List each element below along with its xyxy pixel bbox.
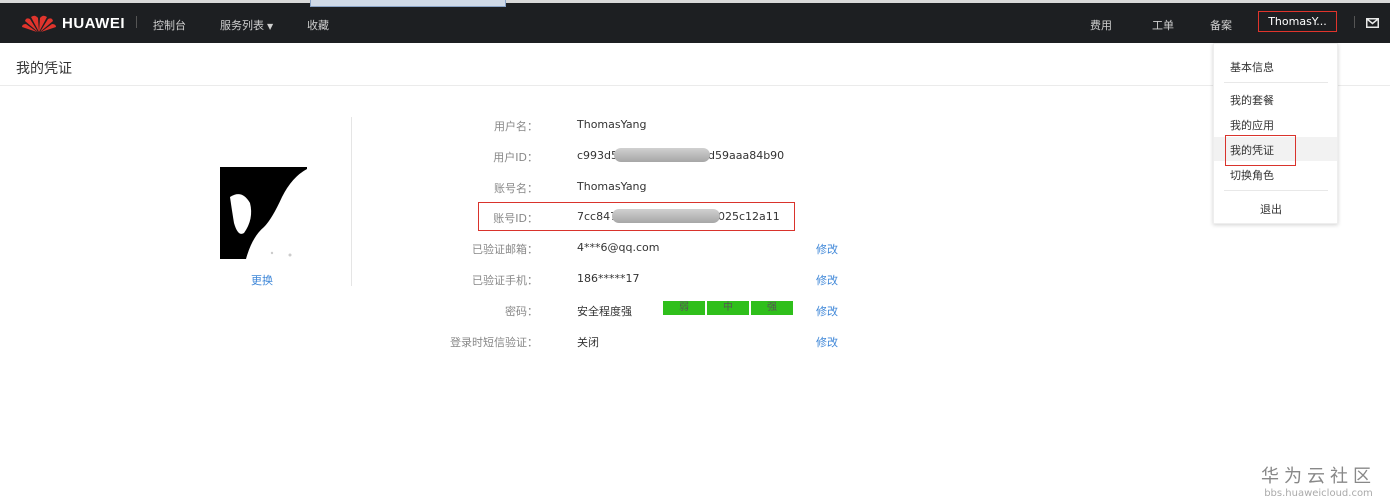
username-value: ThomasYang bbox=[577, 118, 647, 131]
vertical-divider bbox=[351, 117, 352, 286]
title-divider bbox=[0, 85, 1390, 86]
edit-phone-link[interactable]: 修改 bbox=[816, 272, 838, 288]
nav-divider-right bbox=[1354, 16, 1355, 28]
menu-item-basic-info[interactable]: 基本信息 bbox=[1230, 59, 1274, 75]
phone-label: 已验证手机： bbox=[472, 274, 538, 287]
account-name-value: ThomasYang bbox=[577, 180, 647, 193]
edit-sms-link[interactable]: 修改 bbox=[816, 334, 838, 350]
menu-item-my-plan[interactable]: 我的套餐 bbox=[1230, 92, 1274, 108]
community-watermark: 华为云社区 bbs.huaweicloud.com bbox=[1261, 462, 1376, 499]
accountid-redaction bbox=[612, 209, 720, 223]
userid-prefix: c993d5 bbox=[577, 149, 619, 162]
account-name-label: 账号名： bbox=[494, 182, 538, 195]
nav-divider bbox=[136, 16, 137, 28]
phone-value: 186*****17 bbox=[577, 272, 640, 285]
menu-divider bbox=[1224, 82, 1328, 83]
credentials-highlight-box bbox=[1225, 135, 1296, 166]
accountid-suffix: 025c12a11 bbox=[718, 210, 780, 223]
email-label: 已验证邮箱： bbox=[472, 243, 538, 256]
huawei-logo[interactable]: HUAWEI bbox=[22, 13, 125, 33]
floating-toolbar[interactable] bbox=[310, 0, 506, 7]
edit-password-link[interactable]: 修改 bbox=[816, 303, 838, 319]
userid-suffix: d59aaa84b90 bbox=[708, 149, 785, 162]
userid-label: 用户ID： bbox=[493, 151, 538, 164]
menu-item-my-apps[interactable]: 我的应用 bbox=[1230, 117, 1274, 133]
strength-weak: 弱 bbox=[663, 301, 705, 315]
nav-filing[interactable]: 备案 bbox=[1210, 17, 1232, 33]
strength-medium: 中 bbox=[707, 301, 749, 315]
nav-billing[interactable]: 费用 bbox=[1090, 17, 1112, 33]
email-value: 4***6@qq.com bbox=[577, 241, 660, 254]
browser-edge bbox=[0, 0, 1390, 3]
user-dropdown-menu: 基本信息 我的套餐 我的应用 我的凭证 切换角色 退出 bbox=[1213, 43, 1338, 224]
sms-verify-value: 关闭 bbox=[577, 336, 599, 349]
accountid-label: 账号ID： bbox=[493, 212, 538, 225]
menu-item-logout[interactable]: 退出 bbox=[1260, 201, 1282, 217]
page-title: 我的凭证 bbox=[16, 61, 72, 77]
sms-verify-label: 登录时短信验证： bbox=[450, 336, 538, 349]
password-strength-text: 安全程度强 bbox=[577, 305, 632, 318]
top-navbar: HUAWEI 控制台 服务列表 ▼ 收藏 费用 工单 备案 ThomasY... bbox=[0, 0, 1390, 43]
caret-down-icon: ▼ bbox=[267, 22, 274, 31]
nav-service-list[interactable]: 服务列表 ▼ bbox=[220, 17, 273, 33]
brand-name: HUAWEI bbox=[62, 14, 125, 32]
avatar[interactable] bbox=[220, 167, 307, 259]
nav-favorites[interactable]: 收藏 bbox=[307, 17, 329, 33]
user-menu-button[interactable]: ThomasY... bbox=[1258, 11, 1337, 32]
watermark-title: 华为云社区 bbox=[1261, 466, 1376, 487]
change-avatar-link[interactable]: 更换 bbox=[251, 272, 273, 288]
userid-redaction bbox=[614, 148, 710, 162]
edit-email-link[interactable]: 修改 bbox=[816, 241, 838, 257]
strength-strong: 强 bbox=[751, 301, 793, 315]
mail-icon[interactable] bbox=[1366, 18, 1379, 28]
menu-divider bbox=[1224, 190, 1328, 191]
nav-tickets[interactable]: 工单 bbox=[1152, 17, 1174, 33]
password-strength-meter: 弱 中 强 bbox=[663, 301, 795, 315]
menu-item-switch-role[interactable]: 切换角色 bbox=[1230, 167, 1274, 183]
huawei-petal-icon bbox=[22, 15, 56, 32]
watermark-url: bbs.huaweicloud.com bbox=[1264, 488, 1373, 499]
username-label: 用户名： bbox=[494, 120, 538, 133]
nav-service-list-label: 服务列表 bbox=[220, 19, 264, 32]
nav-console[interactable]: 控制台 bbox=[153, 17, 186, 33]
password-label: 密码： bbox=[505, 305, 538, 318]
